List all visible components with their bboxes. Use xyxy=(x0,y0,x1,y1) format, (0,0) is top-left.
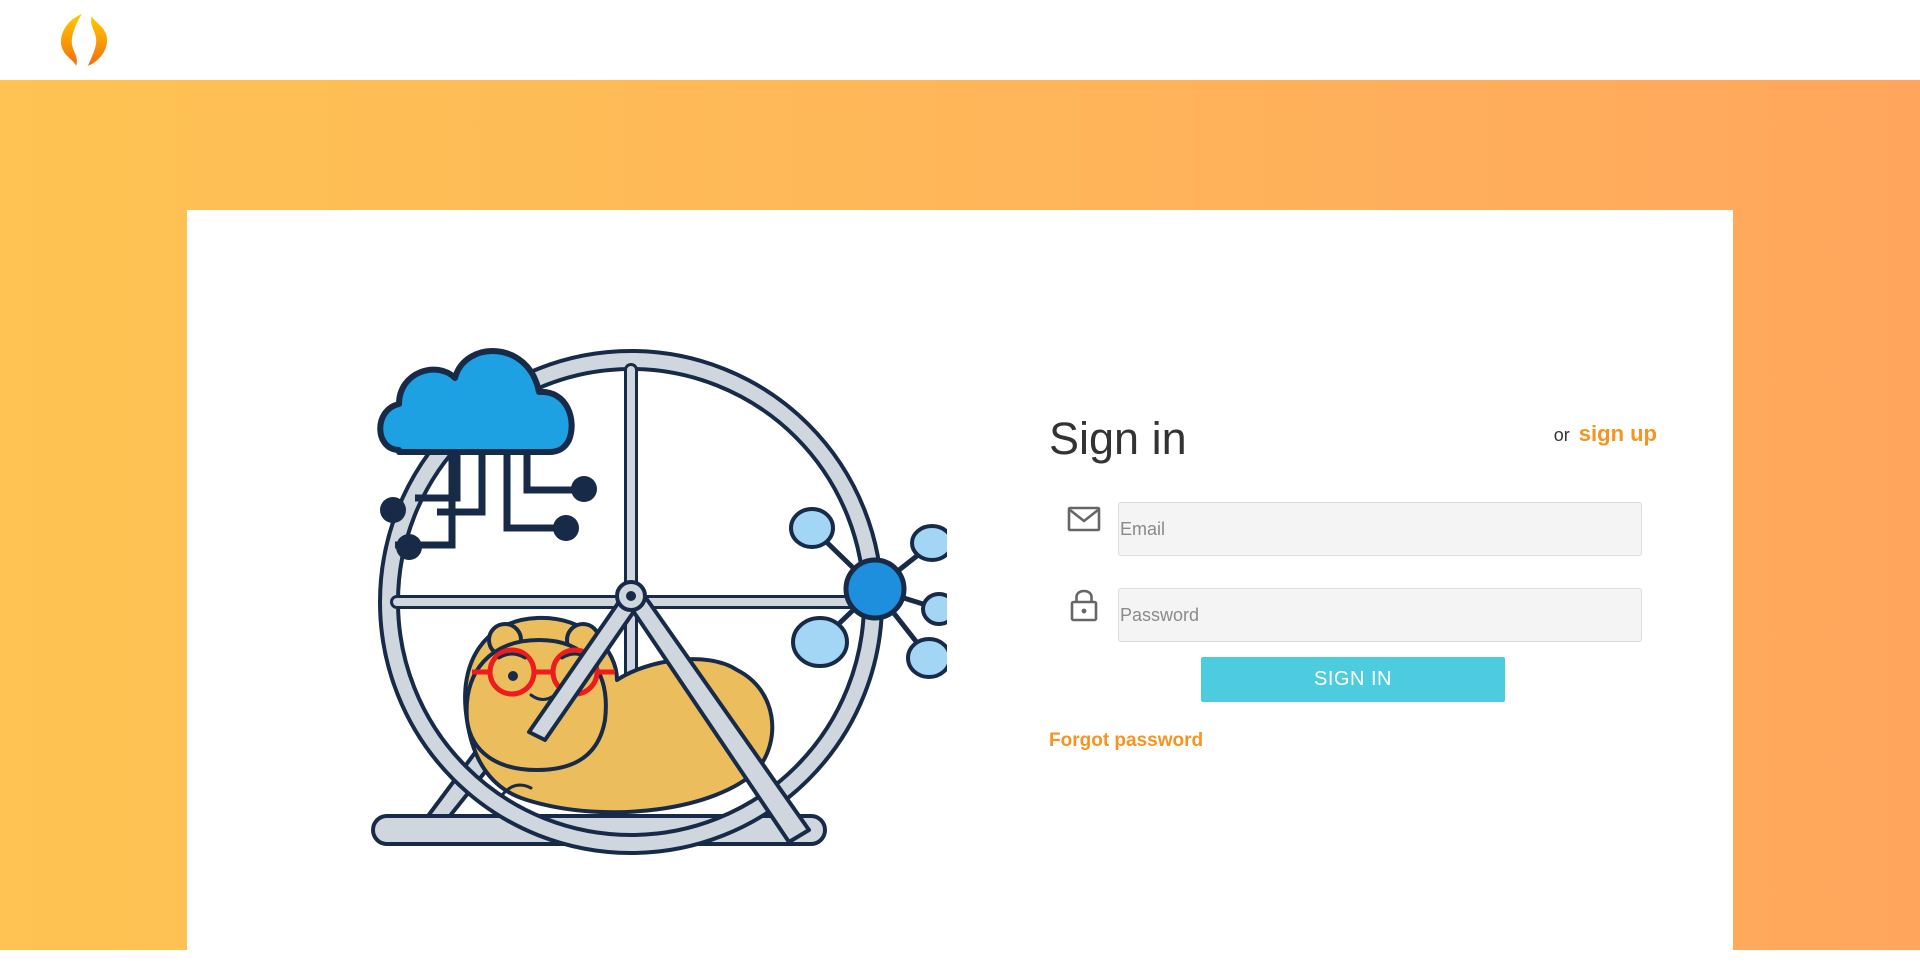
or-text: or xyxy=(1553,425,1570,445)
signin-card: Sign in or sign up SIGN IN Forgot passwo… xyxy=(187,210,1733,980)
sign-in-button[interactable]: SIGN IN xyxy=(1201,657,1505,702)
mail-icon xyxy=(1067,506,1101,532)
top-bar xyxy=(0,0,1920,80)
lock-icon xyxy=(1070,589,1098,622)
forgot-password-link[interactable]: Forgot password xyxy=(1049,730,1203,752)
signup-link[interactable]: sign up xyxy=(1579,421,1657,446)
page-title: Sign in xyxy=(1049,413,1187,464)
email-field[interactable] xyxy=(1118,502,1642,556)
password-field[interactable] xyxy=(1118,588,1642,642)
page-background: Sign in or sign up SIGN IN Forgot passwo… xyxy=(0,80,1920,980)
hamster-wheel-cloud-network-illustration xyxy=(371,348,947,855)
signup-prompt: or sign up xyxy=(1554,421,1657,447)
brand-flame-logo-icon[interactable] xyxy=(52,10,114,70)
